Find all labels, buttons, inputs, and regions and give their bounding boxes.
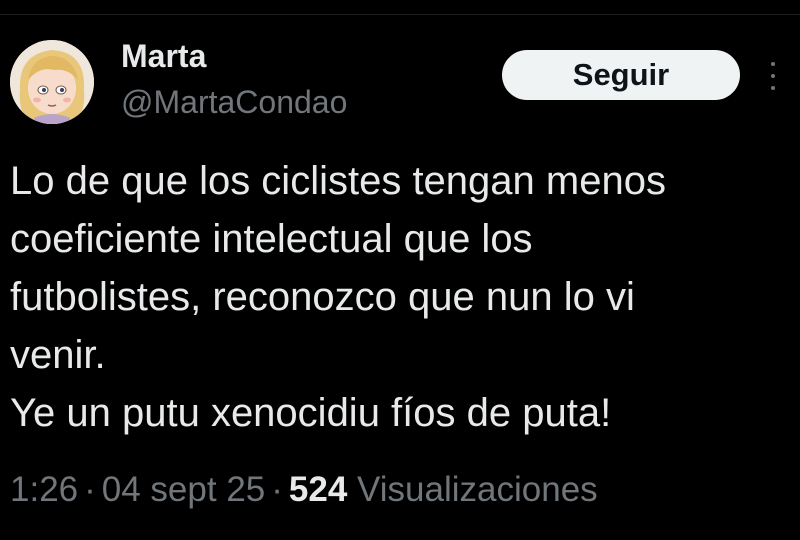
avatar[interactable] [10,40,94,124]
views-count[interactable]: 524 [289,470,347,509]
tweet-date[interactable]: 04 sept 25 [102,470,265,509]
tweet-time[interactable]: 1:26 [10,470,78,509]
tweet-text: Lo de que los ciclistes tengan menos coe… [10,152,795,442]
tweet-text-line: Lo de que los ciclistes tengan menos [10,159,666,203]
tweet-text-line: futbolistes, reconozco que nun lo vi [10,275,635,319]
views-label[interactable]: Visualizaciones [357,470,598,509]
more-dot [771,86,775,90]
more-vertical-icon[interactable] [762,58,784,94]
follow-button[interactable]: Seguir [502,50,740,100]
meta-separator: · [84,470,96,509]
tweet-card: Marta @MartaCondao Seguir Lo de que los … [0,0,800,540]
author-handle[interactable]: @MartaCondao [121,82,347,122]
tweet-text-line: venir. [10,333,106,377]
tweet-text-line: Ye un putu xenocidiu fíos de puta! [10,391,612,435]
author-display-name[interactable]: Marta [121,36,206,76]
more-dot [771,74,775,78]
more-dot [771,62,775,66]
tweet-text-line: coeficiente intelectual que los [10,217,533,261]
cartoon-girl-avatar-icon [10,40,94,124]
meta-separator: · [271,470,283,509]
tweet-meta: 1:26 · 04 sept 25 · 524 Visualizaciones [10,468,598,512]
